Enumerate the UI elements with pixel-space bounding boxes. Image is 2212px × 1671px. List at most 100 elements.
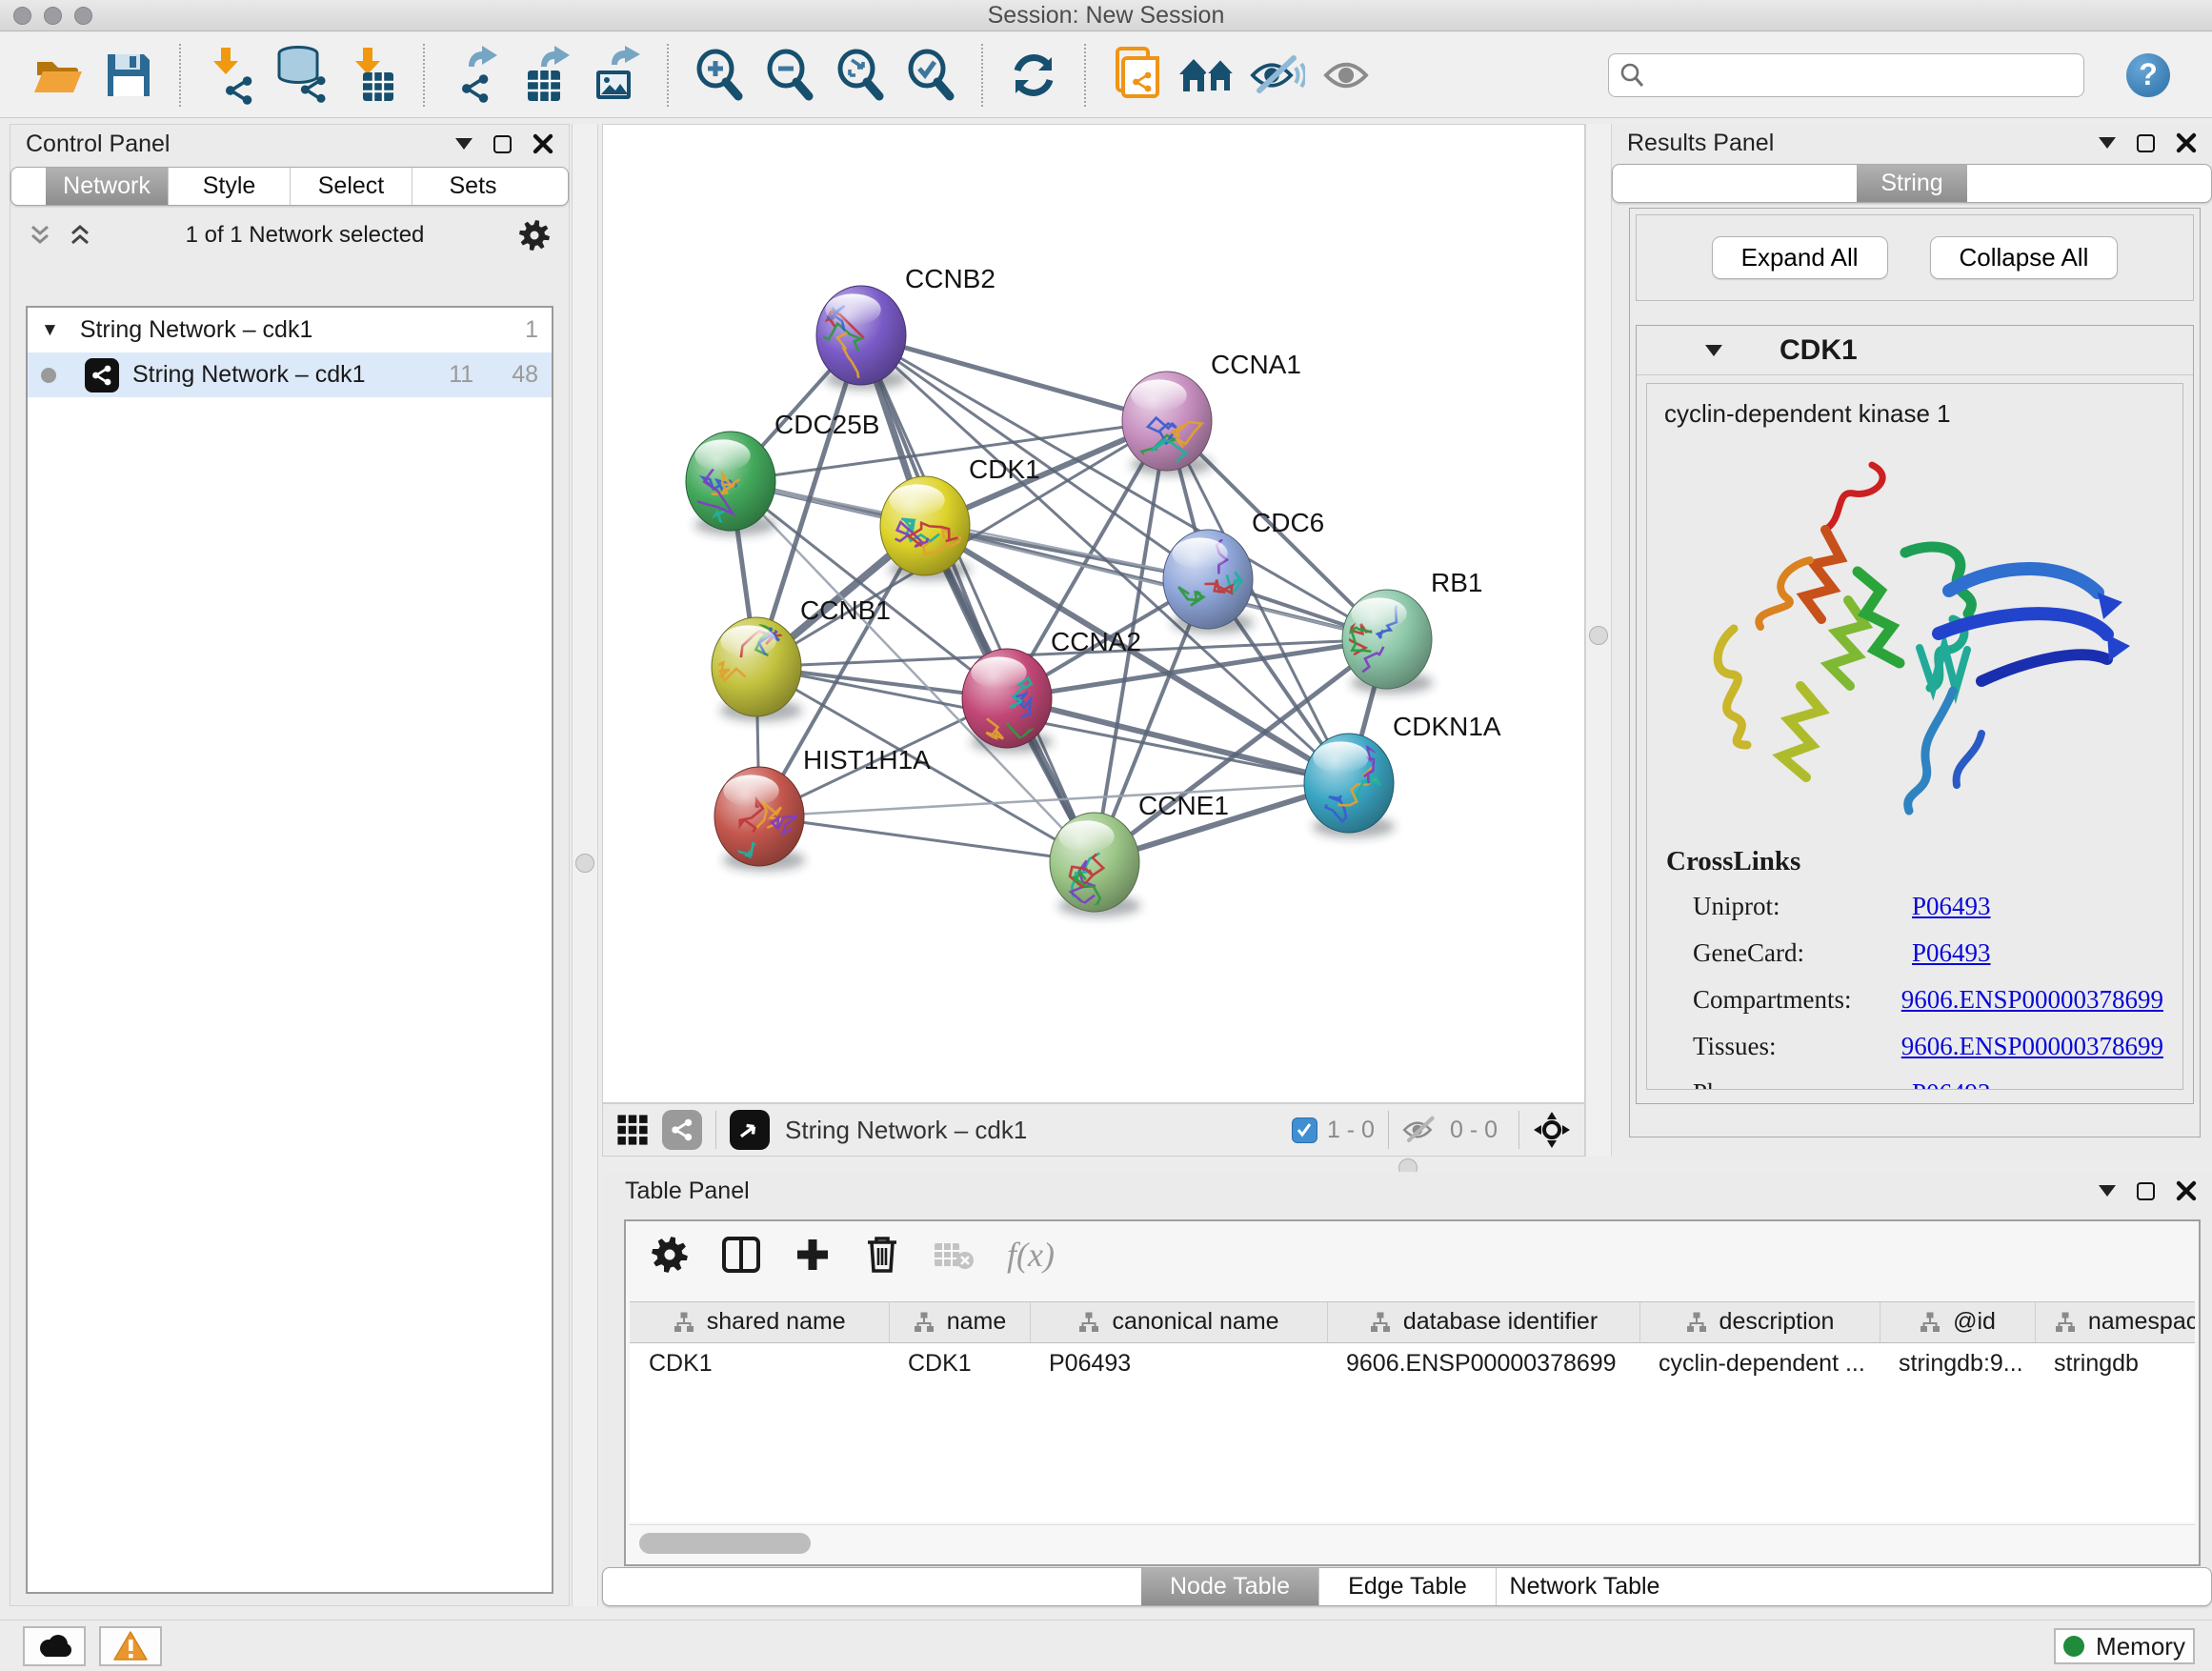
export-image-button[interactable] — [587, 45, 646, 106]
network-node[interactable] — [1304, 734, 1395, 837]
zoom-fit-button[interactable] — [831, 45, 890, 106]
show-all-button[interactable] — [1318, 45, 1377, 106]
network-icon — [85, 358, 119, 393]
tab-network[interactable]: Network — [46, 168, 168, 205]
column-header[interactable]: namespace — [2035, 1302, 2195, 1342]
close-panel-icon[interactable] — [2176, 132, 2197, 153]
network-node[interactable] — [708, 606, 802, 721]
add-column-icon[interactable] — [794, 1236, 832, 1274]
export-table-button[interactable] — [516, 45, 575, 106]
float-panel-icon[interactable] — [2137, 1182, 2155, 1200]
home-button[interactable] — [1177, 45, 1237, 106]
panel-menu-icon[interactable] — [2099, 1185, 2116, 1197]
float-panel-icon[interactable] — [2137, 134, 2155, 152]
table-panel-title: Table Panel — [625, 1178, 750, 1205]
column-header[interactable]: description — [1639, 1302, 1880, 1342]
left-splitter-handle[interactable] — [575, 854, 594, 873]
table-options-gear-icon[interactable] — [651, 1236, 689, 1274]
crosslink-link[interactable]: P06493 — [1912, 1078, 1991, 1090]
hide-selected-button[interactable] — [1248, 45, 1307, 106]
network-node[interactable] — [803, 286, 908, 392]
memory-button[interactable]: Memory — [2054, 1628, 2195, 1664]
node-label: CDKN1A — [1393, 712, 1501, 741]
tab-string[interactable]: String — [1857, 165, 1967, 202]
table-row[interactable]: CDK1CDK1P064939606.ENSP00000378699cyclin… — [630, 1342, 2195, 1384]
node-label: CDC25B — [774, 410, 879, 439]
column-header[interactable]: @id — [1880, 1302, 2035, 1342]
network-node[interactable] — [714, 767, 805, 871]
node-label: RB1 — [1431, 568, 1482, 597]
zoom-in-button[interactable] — [690, 45, 749, 106]
import-table-button[interactable] — [343, 45, 402, 106]
panel-menu-icon[interactable] — [455, 138, 473, 150]
export-network-icon — [448, 46, 503, 105]
column-header[interactable]: database identifier — [1327, 1302, 1639, 1342]
import-network-button[interactable] — [202, 45, 261, 106]
delete-column-icon[interactable] — [864, 1235, 900, 1275]
tab-node-table[interactable]: Node Table — [1141, 1568, 1318, 1605]
column-header[interactable]: name — [889, 1302, 1030, 1342]
network-row[interactable]: String Network – cdk1 11 48 — [28, 352, 552, 397]
network-canvas[interactable]: CCNB2CCNA1CDC25BCDK1CDC6RB1CCNB1CCNA2CDK… — [602, 124, 1585, 1103]
tab-sets[interactable]: Sets — [412, 168, 533, 205]
selected-checkbox-icon[interactable] — [1292, 1117, 1317, 1143]
gene-details: cyclin-dependent kinase 1 — [1646, 383, 2183, 1090]
warnings-button[interactable] — [99, 1626, 162, 1666]
close-panel-icon[interactable] — [533, 133, 553, 154]
float-panel-icon[interactable] — [493, 135, 512, 153]
network-edge[interactable] — [861, 335, 1095, 862]
network-node[interactable] — [962, 649, 1068, 753]
zoom-out-button[interactable] — [760, 45, 819, 106]
network-node[interactable] — [686, 432, 776, 552]
expand-all-icon[interactable] — [68, 223, 92, 248]
refresh-button[interactable] — [1004, 45, 1063, 106]
network-graph[interactable]: CCNB2CCNA1CDC25BCDK1CDC6RB1CCNB1CCNA2CDK… — [603, 125, 1584, 1102]
table-horizontal-scrollbar — [630, 1524, 2195, 1560]
tab-style[interactable]: Style — [168, 168, 290, 205]
crosslink-link[interactable]: 9606.ENSP00000378699 — [1901, 985, 2163, 1015]
tab-edge-table[interactable]: Edge Table — [1318, 1568, 1496, 1605]
network-node[interactable] — [1122, 372, 1213, 475]
tab-select[interactable]: Select — [290, 168, 412, 205]
crosslink-link[interactable]: P06493 — [1912, 892, 1991, 921]
column-header[interactable]: canonical name — [1030, 1302, 1327, 1342]
close-panel-icon[interactable] — [2176, 1180, 2197, 1201]
tree-expander-icon[interactable]: ▼ — [41, 320, 59, 341]
hidden-counts: 0 - 0 — [1450, 1117, 1498, 1144]
network-node[interactable] — [1334, 590, 1434, 694]
zoom-selected-button[interactable] — [901, 45, 960, 106]
section-expander-icon[interactable] — [1705, 345, 1722, 356]
birdseye-crosshair-icon[interactable] — [1533, 1111, 1571, 1149]
show-columns-icon[interactable] — [721, 1236, 761, 1274]
clone-network-button[interactable] — [1107, 45, 1166, 106]
network-view-toolbar: String Network – cdk1 1 - 0 0 - 0 — [602, 1103, 1585, 1157]
column-header[interactable]: shared name — [630, 1302, 889, 1342]
grid-view-icon[interactable] — [616, 1114, 649, 1146]
collapse-all-button[interactable]: Collapse All — [1930, 236, 2119, 279]
collapse-all-icon[interactable] — [28, 223, 52, 248]
export-network-button[interactable] — [446, 45, 505, 106]
import-network-from-database-button[interactable] — [272, 45, 332, 106]
network-options-gear-icon[interactable] — [517, 218, 552, 252]
save-session-button[interactable] — [99, 45, 158, 106]
tab-network-table[interactable]: Network Table — [1496, 1568, 1673, 1605]
panel-menu-icon[interactable] — [2099, 137, 2116, 149]
detach-view-button[interactable] — [730, 1110, 770, 1150]
crosslink-link[interactable]: P06493 — [1912, 938, 1991, 968]
expand-all-button[interactable]: Expand All — [1712, 236, 1888, 279]
network-badge-icon[interactable] — [662, 1110, 702, 1150]
cloud-status-button[interactable] — [23, 1626, 86, 1666]
network-node[interactable] — [880, 476, 971, 580]
crosslink-link[interactable]: 9606.ENSP00000378699 — [1901, 1032, 2163, 1061]
right-splitter-handle[interactable] — [1589, 626, 1608, 645]
node-label: CCNB1 — [800, 595, 891, 625]
network-edge[interactable] — [759, 816, 1095, 862]
network-node[interactable] — [1163, 530, 1254, 634]
network-node[interactable] — [1050, 813, 1140, 916]
search-input[interactable] — [1653, 62, 2074, 89]
scrollbar-thumb[interactable] — [639, 1533, 811, 1554]
open-session-button[interactable] — [29, 45, 88, 106]
column-type-icon — [1919, 1311, 1941, 1334]
network-collection-row[interactable]: ▼ String Network – cdk1 1 — [28, 308, 552, 352]
help-button[interactable]: ? — [2126, 53, 2170, 97]
